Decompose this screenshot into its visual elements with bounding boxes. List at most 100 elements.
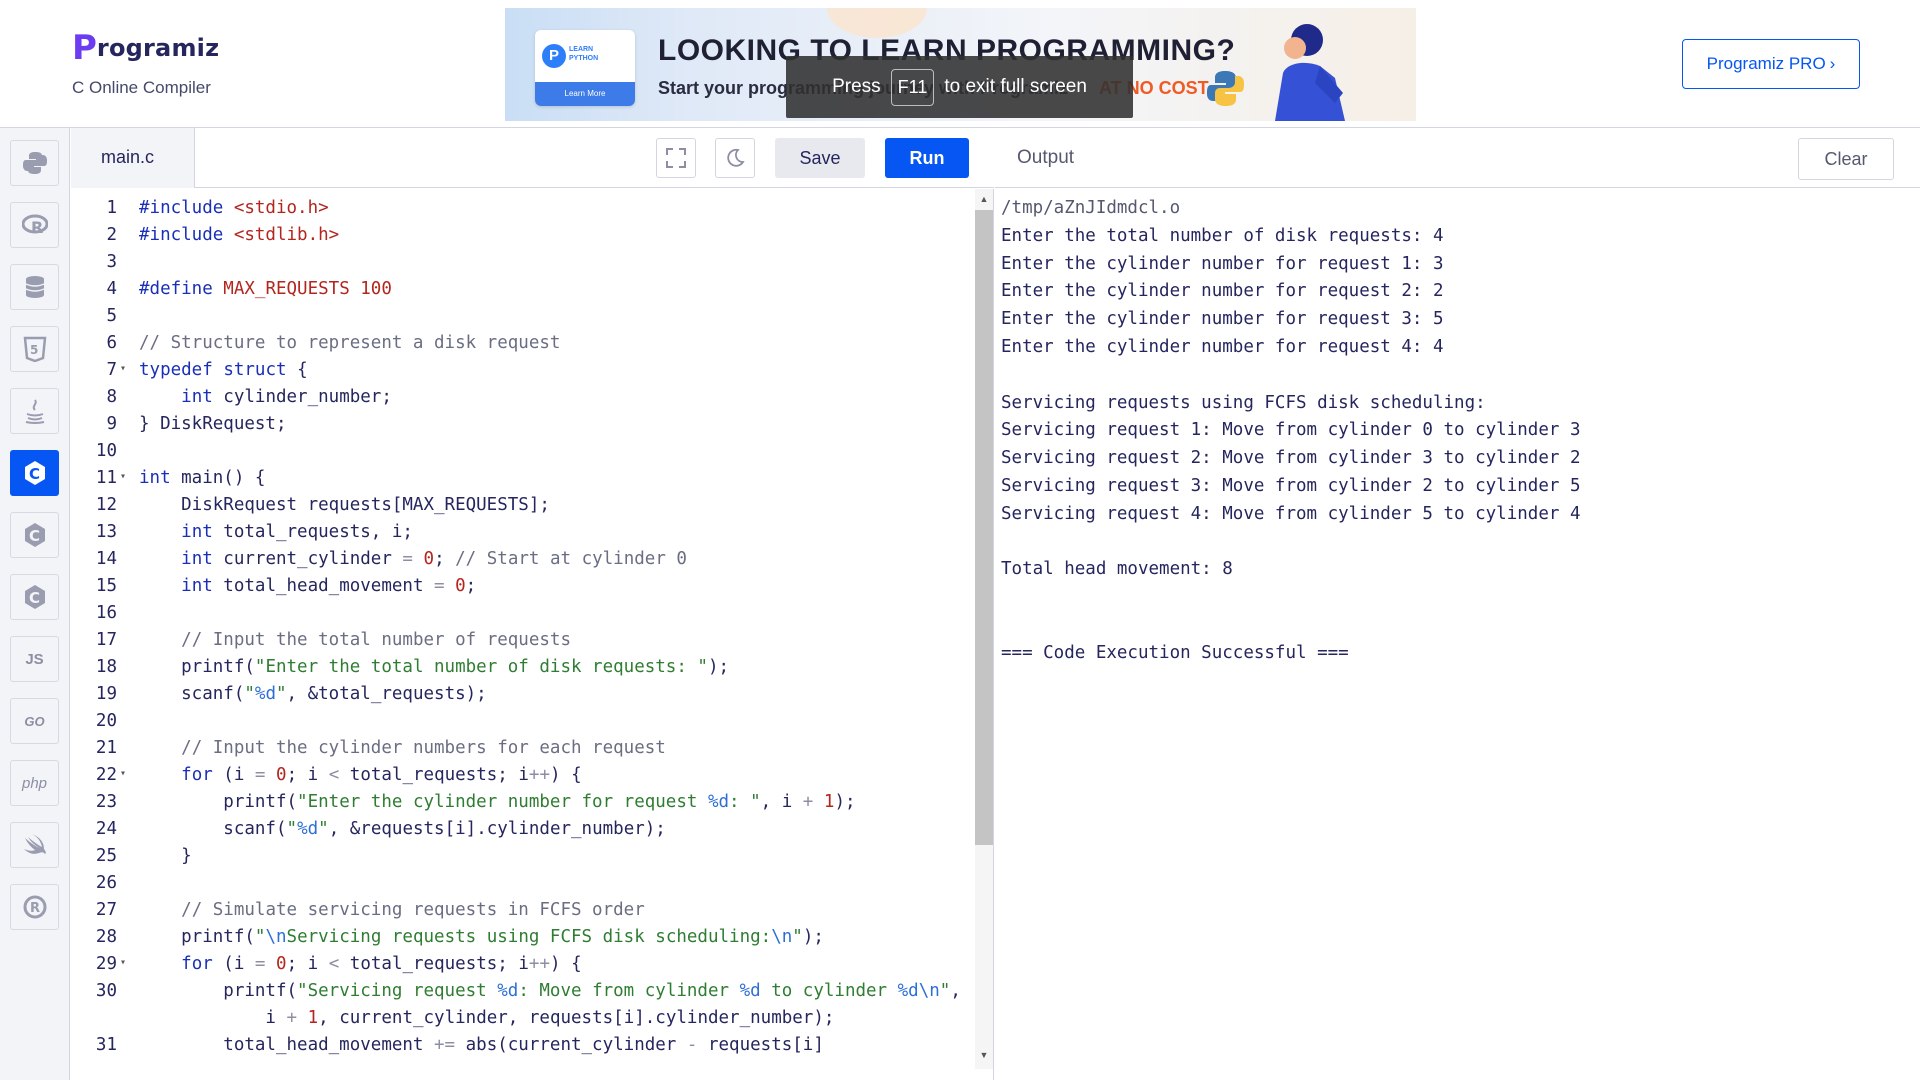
code-line[interactable]: 4 #define MAX_REQUESTS 100 (71, 276, 971, 303)
code-text: // Input the total number of requests (181, 630, 571, 650)
code-line[interactable]: 7 ▾ typedef struct { (71, 357, 971, 384)
programiz-p-icon: P (542, 44, 566, 68)
fold-toggle-icon[interactable]: ▾ (120, 355, 126, 382)
line-number: 5 (106, 306, 117, 326)
sidebar-item-java[interactable] (10, 388, 59, 434)
code-line[interactable]: 29 ▾ for (i = 0; i < total_requests; i++)… (71, 951, 971, 978)
code-text: i + 1, current_cylinder, requests[i].cyl… (139, 1008, 835, 1028)
sidebar-item-python[interactable] (10, 140, 59, 186)
fold-toggle-icon[interactable]: ▾ (120, 760, 126, 787)
code-line[interactable]: 15 int total_head_movement = 0; (71, 573, 971, 600)
code-line[interactable]: 26 (71, 870, 971, 897)
code-line[interactable]: 22 ▾ for (i = 0; i < total_requests; i++)… (71, 762, 971, 789)
fold-toggle-icon[interactable]: ▾ (120, 949, 126, 976)
fullscreen-button[interactable] (656, 138, 696, 178)
sidebar-item-javascript[interactable]: JS (10, 636, 59, 682)
dark-mode-button[interactable] (715, 138, 755, 178)
code-line[interactable]: 19 scanf("%d", &total_requests); (71, 681, 971, 708)
line-number: 15 (95, 576, 117, 596)
sidebar-item-swift[interactable] (10, 822, 59, 868)
editor-scroll-thumb[interactable] (975, 210, 993, 845)
file-tab-main-c[interactable]: main.c (71, 128, 195, 188)
code-line[interactable]: 5 (71, 303, 971, 330)
line-number: 18 (95, 657, 117, 677)
sidebar-item-cpp[interactable]: C (10, 512, 59, 558)
output-panel[interactable]: /tmp/aZnJIdmdcl.o Enter the total number … (995, 189, 1920, 1080)
sidebar-item-csharp[interactable]: C (10, 574, 59, 620)
banner-learn-more-button[interactable]: Learn More (535, 82, 635, 106)
code-line[interactable]: 25 } (71, 843, 971, 870)
sidebar-item-html[interactable]: 5 (10, 326, 59, 372)
line-number: 8 (106, 387, 117, 407)
code-text: DiskRequest requests[MAX_REQUESTS]; (139, 495, 550, 515)
code-line[interactable]: 23 printf("Enter the cylinder number for… (71, 789, 971, 816)
code-line[interactable]: i + 1, current_cylinder, requests[i].cyl… (71, 1005, 971, 1032)
logo-text: rogramiz (96, 34, 220, 62)
fold-toggle-icon[interactable]: ▾ (120, 463, 126, 490)
code-line[interactable]: 24 scanf("%d", &requests[i].cylinder_num… (71, 816, 971, 843)
line-number: 13 (95, 522, 117, 542)
sidebar-item-go[interactable]: GO (10, 698, 59, 744)
code-line[interactable]: 1 #include <stdio.h> (71, 195, 971, 222)
code-line[interactable]: 6 // Structure to represent a disk reques… (71, 330, 971, 357)
code-line[interactable]: 16 (71, 600, 971, 627)
code-line[interactable]: 11 ▾ int main() { (71, 465, 971, 492)
code-line[interactable]: 2 #include <stdlib.h> (71, 222, 971, 249)
code-text: #include <stdio.h> (139, 198, 329, 218)
output-line: Servicing request 4: Move from cylinder … (1001, 503, 1581, 524)
run-button[interactable]: Run (885, 138, 969, 178)
programiz-logo[interactable]: Programiz (72, 30, 219, 66)
js-icon: JS (25, 650, 44, 668)
output-line: Enter the cylinder number for request 1:… (1001, 253, 1444, 274)
line-number: 19 (95, 684, 117, 704)
banner-card: P LEARN PYTHON Learn More (535, 30, 635, 106)
output-line: Enter the total number of disk requests:… (1001, 225, 1444, 246)
code-line[interactable]: 21 // Input the cylinder numbers for eac… (71, 735, 971, 762)
code-line[interactable]: 27 // Simulate servicing requests in FCF… (71, 897, 971, 924)
line-number: 11 (95, 468, 117, 488)
output-line: Servicing request 1: Move from cylinder … (1001, 420, 1581, 441)
code-text: } DiskRequest; (139, 414, 287, 434)
html5-icon: 5 (23, 336, 46, 362)
sidebar-item-rust[interactable]: R (10, 884, 59, 930)
scroll-up-icon[interactable]: ▲ (975, 192, 993, 206)
line-number: 30 (95, 981, 117, 1001)
scroll-down-icon[interactable]: ▼ (975, 1048, 993, 1062)
sidebar-item-php[interactable]: php (10, 760, 59, 806)
output-line: Total head movement: 8 (1001, 559, 1233, 580)
code-line[interactable]: 14 int current_cylinder = 0; // Start at… (71, 546, 971, 573)
code-line[interactable]: 3 (71, 249, 971, 276)
svg-text:C: C (29, 589, 40, 607)
code-line[interactable]: 10 (71, 438, 971, 465)
svg-text:R: R (30, 901, 40, 916)
save-button[interactable]: Save (775, 138, 865, 178)
clear-button[interactable]: Clear (1798, 138, 1894, 180)
code-line[interactable]: 20 (71, 708, 971, 735)
line-number: 3 (106, 252, 117, 272)
code-line[interactable]: 9} DiskRequest; (71, 411, 971, 438)
code-editor[interactable]: 1 #include <stdio.h> 2 #include <stdlib.h> 3… (71, 189, 994, 1080)
code-line[interactable]: 17 // Input the total number of requests (71, 627, 971, 654)
line-number: 17 (95, 630, 117, 650)
sidebar-item-r[interactable]: R (10, 202, 59, 248)
code-line[interactable]: 13 int total_requests, i; (71, 519, 971, 546)
code-line[interactable]: 12 DiskRequest requests[MAX_REQUESTS]; (71, 492, 971, 519)
banner-card-label-2: PYTHON (569, 55, 599, 62)
code-line[interactable]: 8 int cylinder_number; (71, 384, 971, 411)
output-line: === Code Execution Successful === (1001, 642, 1349, 663)
sidebar-item-c[interactable]: C (10, 450, 59, 496)
code-line[interactable]: 28 printf("\nServicing requests using FC… (71, 924, 971, 951)
code-line[interactable]: 18 printf("Enter the total number of dis… (71, 654, 971, 681)
language-sidebar: R 5 C C C JS GO php R (0, 128, 70, 1080)
code-text: // Simulate servicing requests in FCFS o… (181, 900, 645, 920)
code-text: total_head_movement += abs(current_cylin… (139, 1035, 824, 1055)
code-line[interactable]: 31 total_head_movement += abs(current_cy… (71, 1032, 971, 1059)
sidebar-item-sql[interactable] (10, 264, 59, 310)
code-text: for (i = 0; i < total_requests; i++) { (181, 954, 582, 974)
chevron-right-icon: › (1829, 54, 1836, 73)
code-line[interactable]: 30 printf("Servicing request %d: Move fr… (71, 978, 971, 1005)
pro-button-label: Programiz PRO (1706, 54, 1826, 73)
programiz-pro-button[interactable]: Programiz PRO › (1682, 39, 1860, 89)
c-icon: C (24, 461, 45, 485)
line-number: 26 (95, 873, 117, 893)
